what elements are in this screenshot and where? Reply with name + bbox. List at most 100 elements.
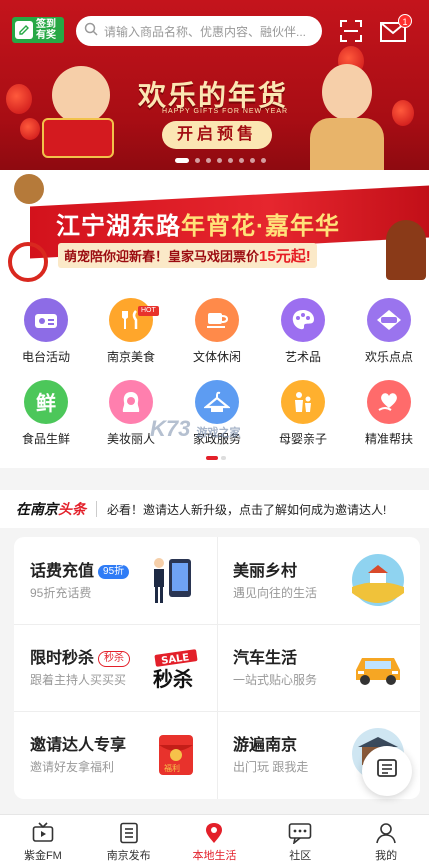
shortcut-label: 欢乐点点 (364, 350, 413, 364)
gift-envelope-icon: 福利 (147, 727, 203, 781)
list-icon (376, 758, 398, 785)
checkin-button[interactable]: 签到有奖 (12, 17, 64, 43)
radio-icon (24, 298, 68, 342)
shortcut-fresh[interactable]: 鲜 食品生鲜 (3, 380, 89, 447)
discount-tag: 95折 (98, 564, 130, 579)
shortcut-label: 精准帮扶 (364, 432, 413, 446)
headline-logo-left: 在南京 (16, 501, 58, 517)
scan-icon[interactable] (340, 20, 362, 42)
preorder-button[interactable]: 开启预售 (162, 121, 272, 149)
watermark-text: K73 (150, 416, 191, 441)
shortcut-food[interactable]: HOT 南京美食 (88, 298, 174, 365)
shortcut-label: 母婴亲子 (278, 432, 327, 446)
customer-service-button[interactable] (362, 746, 412, 796)
service-countryside[interactable]: 美丽乡村 遇见向往的生活 (217, 537, 420, 624)
promo-tagline: 萌宠陪你迎新春！皇家马戏团票价15元起! (58, 243, 317, 268)
heart-hand-icon (367, 380, 411, 424)
service-title: 美丽乡村 (233, 563, 298, 580)
shortcut-leisure[interactable]: 文体休闲 (174, 298, 260, 365)
chat-icon (257, 822, 343, 844)
carousel-dot (175, 158, 189, 163)
service-subtitle: 出门玩 跟我走 (233, 760, 309, 774)
message-badge: 1 (398, 14, 412, 28)
character-coat (310, 118, 384, 170)
shortcut-label: 文体休闲 (192, 350, 241, 364)
car-icon (350, 640, 406, 694)
lantern-decoration (6, 84, 32, 114)
service-invite[interactable]: 邀请达人专享 邀请好友拿福利 福利 (14, 711, 217, 798)
service-panel: 话费充值 95折 95折充话费 美丽乡村 遇见向往的生活 限时秒杀 秒杀 跟着主持人… (14, 537, 420, 799)
carousel-dot (217, 158, 222, 163)
countryside-icon (350, 553, 406, 607)
svg-text:秒杀: 秒杀 (153, 667, 193, 691)
headline-bar[interactable]: 在南京头条 必看！邀请达人新升级，点击了解如何成为邀请达人! (0, 490, 429, 528)
banner-carousel[interactable]: 签到有奖 请输入商品名称、优惠内容、融伙伴... 1 欢乐的年货 HAPPY G… (0, 0, 429, 170)
promo-tagline-text: 萌宠陪你迎新春！皇家马戏团票价 (64, 249, 260, 264)
happy-icon (367, 298, 411, 342)
service-recharge[interactable]: 话费充值 95折 95折充话费 (14, 537, 217, 624)
checkin-label: 签到有奖 (36, 19, 56, 41)
service-title-text: 话费充值 (30, 563, 95, 580)
banner-character-left (52, 66, 110, 124)
service-title-text: 限时秒杀 (30, 650, 95, 667)
lion-decoration (386, 220, 426, 280)
shortcut-happy[interactable]: 欢乐点点 (346, 298, 429, 365)
bottom-nav: 紫金FM 南京发布 本地生活 社区 我的 (0, 814, 429, 866)
service-title: 话费充值 95折 (30, 557, 130, 581)
pager-dot (221, 456, 226, 460)
tab-label: 南京发布 (106, 850, 151, 862)
headline-logo: 在南京头条 (16, 499, 86, 519)
edit-icon (15, 21, 33, 39)
service-title: 邀请达人专享 (30, 737, 127, 754)
family-icon (281, 380, 325, 424)
shortcut-radio[interactable]: 电台活动 (3, 298, 89, 365)
tab-community[interactable]: 社区 (257, 815, 343, 866)
cutlery-icon (109, 298, 153, 342)
service-subtitle: 遇见向往的生活 (233, 586, 318, 600)
shortcut-label: 电台活动 (21, 350, 70, 364)
banner-subtitle: HAPPY GIFTS FOR NEW YEAR (162, 108, 289, 115)
tab-label: 紫金FM (23, 850, 62, 862)
promo-headline: 江宁湖东路年宵花·嘉年华 (56, 206, 340, 241)
search-input[interactable]: 请输入商品名称、优惠内容、融伙伴... (76, 16, 322, 46)
tab-label: 社区 (289, 850, 312, 862)
service-subtitle: 跟着主持人买买买 (30, 673, 127, 687)
shortcut-label: 食品生鲜 (21, 432, 70, 446)
unicycle-decoration (8, 242, 48, 282)
hot-badge: HOT (138, 306, 159, 316)
service-title: 限时秒杀 秒杀 (30, 644, 131, 668)
service-subtitle: 一站式贴心服务 (233, 673, 318, 687)
service-title: 游遍南京 (233, 737, 298, 754)
promo-banner[interactable]: 江宁湖东路年宵花·嘉年华 萌宠陪你迎新春！皇家马戏团票价15元起! (0, 170, 429, 288)
headline-logo-right: 头条 (58, 501, 86, 517)
tab-label: 我的 (375, 850, 398, 862)
shortcut-art[interactable]: 艺术品 (260, 298, 346, 365)
carousel-dot (228, 158, 233, 163)
lantern-decoration (392, 100, 414, 126)
search-icon (84, 22, 98, 41)
location-icon (172, 822, 258, 844)
shortcut-label: 南京美食 (106, 350, 155, 364)
lantern-decoration (20, 118, 40, 140)
grid-pager (206, 456, 226, 460)
shortcut-family[interactable]: 母婴亲子 (260, 380, 346, 447)
service-car[interactable]: 汽车生活 一站式贴心服务 (217, 624, 420, 711)
shortcut-assistance[interactable]: 精准帮扶 (346, 380, 429, 447)
carousel-indicator (175, 158, 266, 163)
promo-headline-right: 年宵花·嘉年华 (181, 213, 340, 240)
document-icon (86, 822, 172, 844)
gift-bag (42, 118, 114, 158)
user-icon (343, 822, 429, 844)
tab-me[interactable]: 我的 (343, 815, 429, 866)
watermark-sub: 游戏之家 (196, 427, 241, 439)
tab-fm[interactable]: 紫金FM (0, 815, 86, 866)
tab-news[interactable]: 南京发布 (86, 815, 172, 866)
svg-text:福利: 福利 (164, 763, 180, 773)
beauty-icon (109, 380, 153, 424)
promo-headline-left: 江宁湖东路 (56, 213, 181, 240)
tab-local-life[interactable]: 本地生活 (172, 815, 258, 866)
service-flash-sale[interactable]: 限时秒杀 秒杀 跟着主持人买买买 SALE 秒杀 (14, 624, 217, 711)
banner-character-right (322, 64, 372, 120)
service-title: 汽车生活 (233, 650, 298, 667)
flash-sale-icon: SALE 秒杀 (147, 640, 203, 694)
